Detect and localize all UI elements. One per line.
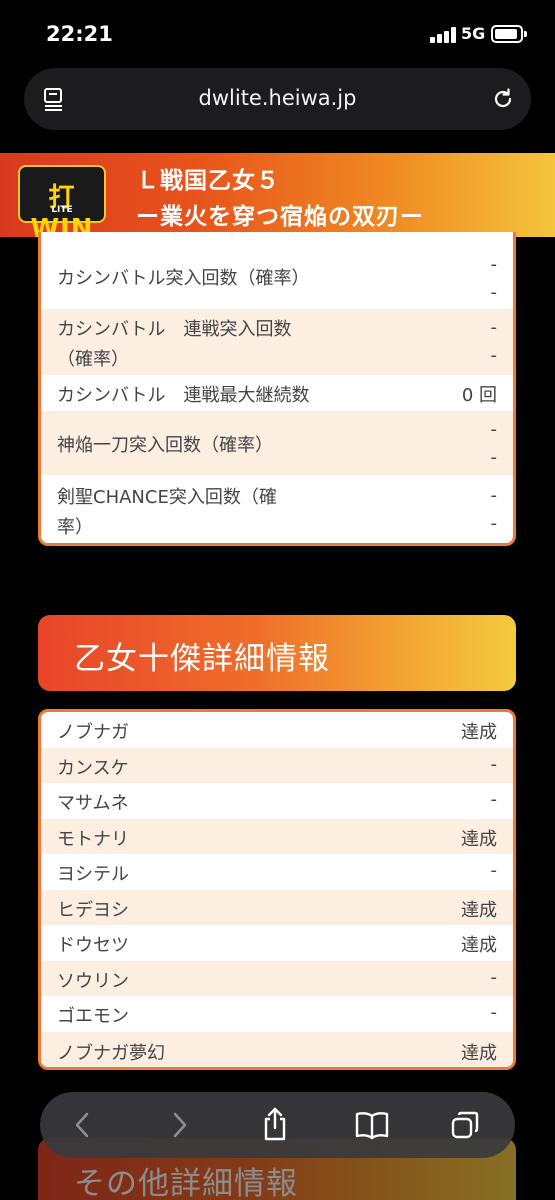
url-text[interactable]: dwlite.heiwa.jp [24, 86, 531, 110]
table-row: 神焔一刀突入回数（確率） - - [41, 411, 513, 475]
row-label: モトナリ [57, 829, 129, 850]
row-label: カシンバトル 連戦最大継続数 [57, 385, 310, 406]
row-label: ソウリン [57, 971, 129, 992]
section-title: その他詳細情報 [74, 1166, 298, 1200]
game-header-banner: 打WIN LITE Ｌ戦国乙女５ ー業火を穿つ宿焔の双刃ー [0, 153, 555, 244]
row-value: - [490, 282, 498, 303]
row-label: ノブナガ夢幻 [57, 1043, 165, 1064]
row-label: 率） [57, 517, 93, 538]
table-row: ドウセツ 達成 [41, 925, 513, 961]
row-value: - [490, 1002, 498, 1023]
cellular-signal-icon [430, 27, 456, 43]
row-value: - [490, 967, 498, 988]
row-value: 0 回 [461, 385, 497, 406]
row-value: 達成 [461, 1043, 497, 1064]
row-label: マサムネ [57, 793, 129, 814]
back-icon[interactable] [68, 1110, 98, 1140]
reload-icon[interactable] [491, 87, 515, 111]
row-label: 神焔一刀突入回数（確率） [57, 435, 273, 456]
row-value: - [490, 345, 498, 366]
table-row: カシンバトル 連戦最大継続数 0 回 [41, 375, 513, 411]
table-row: カシンバトル 連戦突入回数 （確率） - - [41, 309, 513, 375]
row-label: 剣聖CHANCE突入回数（確 [57, 487, 277, 508]
row-value: 達成 [461, 935, 497, 956]
row-value: 達成 [461, 900, 497, 921]
row-label: カシンバトル 連戦突入回数 [57, 319, 292, 340]
row-label: ノブナガ [57, 722, 129, 743]
forward-icon[interactable] [164, 1110, 194, 1140]
row-label: カシンバトル突入回数（確率） [57, 268, 310, 289]
address-bar[interactable]: dwlite.heiwa.jp [24, 68, 531, 130]
table-row: ヨシテル - [41, 854, 513, 890]
table-row: ソウリン - [41, 961, 513, 996]
share-icon[interactable] [260, 1106, 290, 1142]
game-title-line2: ー業火を穿つ宿焔の双刃ー [136, 204, 424, 230]
row-value: - [490, 254, 498, 275]
table-row: マサムネ - [41, 783, 513, 819]
row-label: カンスケ [57, 758, 129, 779]
row-value: - [490, 860, 498, 881]
row-label: ヒデヨシ [57, 900, 129, 921]
table-row: ノブナガ 達成 [41, 712, 513, 748]
row-label: ヨシテル [57, 864, 129, 885]
row-value: 達成 [461, 829, 497, 850]
section-heading-otome: 乙女十傑詳細情報 [38, 615, 516, 691]
table-row: カシンバトル突入回数（確率） - - [41, 238, 513, 314]
row-value: - [490, 317, 498, 338]
logo-sub: LITE [51, 205, 73, 215]
network-type: 5G [461, 24, 486, 43]
site-logo[interactable]: 打WIN LITE [18, 165, 106, 244]
row-label: （確率） [57, 349, 129, 370]
status-bar: 22:21 5G [0, 0, 555, 62]
browser-toolbar [40, 1092, 515, 1158]
table-row: ヒデヨシ 達成 [41, 890, 513, 925]
status-time: 22:21 [46, 22, 113, 46]
table-row: モトナリ 達成 [41, 819, 513, 854]
table-row: 剣聖CHANCE突入回数（確 率） - - [41, 475, 513, 543]
table-row: ゴエモン - [41, 996, 513, 1032]
section-title: 乙女十傑詳細情報 [74, 641, 330, 677]
otome-table: ノブナガ 達成 カンスケ - マサムネ - モトナリ 達成 ヨシテル - ヒデヨ… [38, 709, 516, 1070]
table-row: ノブナガ夢幻 達成 [41, 1032, 513, 1067]
row-value: - [490, 447, 498, 468]
row-value: - [490, 789, 498, 810]
table-row: カンスケ - [41, 748, 513, 783]
row-label: ドウセツ [57, 935, 129, 956]
row-value: - [490, 485, 498, 506]
row-value: - [490, 419, 498, 440]
stats-table: カシンバトル突入回数（確率） - - カシンバトル 連戦突入回数 （確率） - … [38, 232, 516, 546]
row-label: ゴエモン [57, 1006, 129, 1027]
row-value: 達成 [461, 722, 497, 743]
row-value: - [490, 754, 498, 775]
row-value: - [490, 513, 498, 534]
bookmarks-icon[interactable] [354, 1110, 390, 1140]
tabs-icon[interactable] [450, 1110, 480, 1140]
game-title-line1: Ｌ戦国乙女５ [136, 168, 280, 194]
battery-icon [491, 25, 527, 43]
